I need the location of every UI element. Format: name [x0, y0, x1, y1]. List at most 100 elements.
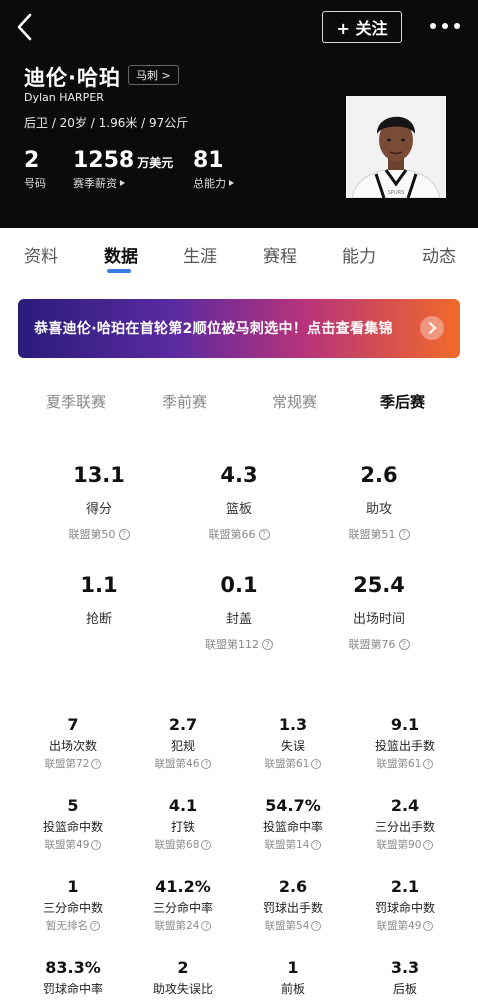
kpi-salary[interactable]: 1258 万美元 赛季薪资 [73, 148, 173, 191]
tab-ability[interactable]: 能力 [342, 242, 376, 267]
stat-blocks: 0.1 封盖 联盟第112? [174, 572, 304, 652]
kpi-number-label: 号码 [24, 177, 46, 190]
help-icon[interactable]: ? [311, 920, 322, 931]
small-stat-rank: 暂无排名? [18, 918, 128, 933]
back-icon[interactable] [14, 12, 38, 42]
help-icon[interactable]: ? [423, 839, 434, 850]
help-icon[interactable]: ? [90, 920, 100, 931]
small-stat-value: 1.3 [278, 715, 308, 734]
team-badge[interactable]: 马刺 > [128, 65, 179, 85]
small-stat-value: 2 [177, 958, 189, 977]
player-name: 迪伦·哈珀 [24, 66, 121, 90]
follow-button[interactable]: + 关注 [322, 11, 402, 43]
small-stat-rank: 联盟第49? [18, 837, 128, 852]
triangle-right-icon [229, 180, 234, 186]
season-tab-regular[interactable]: 常规赛 [272, 391, 317, 412]
tab-news[interactable]: 动态 [422, 242, 456, 267]
tab-stats[interactable]: 数据 [104, 242, 138, 267]
season-tab-playoffs[interactable]: 季后赛 [380, 391, 425, 412]
small-stat-item: 7 出场次数 联盟第72? [18, 715, 128, 771]
small-stat-value: 7 [67, 715, 79, 734]
small-stat-name: 犯规 [170, 739, 195, 753]
season-tab-summer[interactable]: 夏季联赛 [46, 391, 106, 412]
more-icon[interactable] [430, 20, 460, 32]
help-icon[interactable]: ? [398, 638, 410, 650]
small-stat-name: 前板 [280, 982, 305, 996]
small-stat-item: 5 投篮命中数 联盟第49? [18, 796, 128, 852]
small-stat-name: 助攻失误比 [152, 982, 213, 996]
help-icon[interactable]: ? [311, 839, 322, 850]
svg-text:SPURS: SPURS [388, 190, 405, 196]
banner-text: 恭喜迪伦·哈珀在首轮第2顺位被马刺选中！点击查看集锦 [34, 321, 393, 337]
player-meta: 后卫 / 20岁 / 1.96米 / 97公斤 [24, 116, 189, 130]
small-stat-item: 2.1 罚球命中数联盟第49? [350, 877, 460, 933]
small-stat-rank: 联盟第46? [128, 756, 238, 771]
help-icon[interactable]: ? [423, 758, 434, 769]
small-stat-name: 失误 [280, 739, 305, 753]
help-icon[interactable]: ? [258, 528, 270, 540]
small-stat-name: 三分命中数 [42, 901, 103, 915]
small-stat-item: 83.3% 罚球命中率 [18, 958, 128, 997]
small-stat-rank: 联盟第54? [238, 918, 348, 933]
small-stat-rank: 联盟第68? [128, 837, 238, 852]
small-stat-value: 54.7% [265, 796, 321, 815]
help-icon[interactable]: ? [201, 839, 212, 850]
small-stat-name: 出场次数 [48, 739, 97, 753]
small-stat-name: 罚球命中数 [374, 901, 435, 915]
small-stat-name: 罚球出手数 [262, 901, 323, 915]
help-icon[interactable]: ? [91, 758, 102, 769]
player-name-en: Dylan HARPER [24, 91, 104, 104]
kpi-number: 2 号码 [24, 148, 46, 190]
tab-profile[interactable]: 资料 [24, 242, 58, 267]
small-stat-item: 1 前板 [238, 958, 348, 997]
small-stat-item: 1 三分命中数暂无排名? [18, 877, 128, 933]
small-stat-item: 41.2% 三分命中率 联盟第24? [128, 877, 238, 933]
small-stat-item: 2.7 犯规联盟第46? [128, 715, 238, 771]
small-stat-item: 2 助攻失误比 [128, 958, 238, 997]
small-stat-value: 2.1 [390, 877, 420, 896]
small-stat-value: 2.4 [390, 796, 420, 815]
small-stat-name: 三分命中率 [152, 901, 213, 915]
stat-assists: 2.6 助攻 联盟第51? [314, 462, 444, 542]
season-tab-preseason[interactable]: 季前赛 [162, 391, 207, 412]
kpi-rating-label: 总能力 [193, 175, 234, 191]
help-icon[interactable]: ? [201, 758, 212, 769]
small-stat-value: 3.3 [390, 958, 420, 977]
small-stat-rank: 联盟第61? [350, 756, 460, 771]
tab-schedule[interactable]: 赛程 [263, 242, 297, 267]
small-stat-item: 2.4 三分出手数 联盟第90? [350, 796, 460, 852]
active-tab-indicator [107, 269, 131, 273]
kpi-rating[interactable]: 81 总能力 [193, 148, 234, 191]
help-icon[interactable]: ? [423, 920, 434, 931]
help-icon[interactable]: ? [311, 758, 322, 769]
chevron-right-icon [420, 316, 444, 340]
small-stat-name: 后板 [392, 982, 417, 996]
help-icon[interactable]: ? [262, 638, 273, 650]
draft-banner[interactable]: 恭喜迪伦·哈珀在首轮第2顺位被马刺选中！点击查看集锦 [18, 299, 460, 358]
stat-rebounds: 4.3 篮板 联盟第66? [174, 462, 304, 542]
player-avatar: SPURS [346, 96, 446, 198]
small-stat-name: 罚球命中率 [42, 982, 103, 996]
small-stat-name: 投篮命中数 [42, 820, 103, 834]
help-icon[interactable]: ? [91, 839, 102, 850]
small-stat-value: 1 [67, 877, 79, 896]
tab-career[interactable]: 生涯 [183, 242, 217, 267]
help-icon[interactable]: ? [398, 528, 410, 540]
small-stat-name: 投篮命中率 [262, 820, 323, 834]
small-stat-value: 2.7 [168, 715, 198, 734]
player-header: + 关注 迪伦·哈珀 马刺 > Dylan HARPER 后卫 / 20岁 / … [0, 0, 478, 228]
small-stat-value: 2.6 [278, 877, 308, 896]
small-stat-name: 三分出手数 [374, 820, 435, 834]
small-stat-rank: 联盟第14? [238, 837, 348, 852]
main-tabs: 资料 数据 生涯 赛程 能力 动态 [0, 228, 478, 278]
help-icon[interactable]: ? [201, 920, 212, 931]
small-stat-item: 4.1 打铁 联盟第68? [128, 796, 238, 852]
small-stat-rank: 联盟第24? [128, 918, 238, 933]
small-stat-item: 3.3 后板 [350, 958, 460, 997]
small-stat-rank: 联盟第49? [350, 918, 460, 933]
stat-steals: 1.1 抢断 [80, 573, 118, 627]
small-stat-item: 9.1 投篮出手数 联盟第61? [350, 715, 460, 771]
small-stat-item: 54.7% 投篮命中率联盟第14? [238, 796, 348, 852]
help-icon[interactable]: ? [118, 528, 130, 540]
small-stat-value: 83.3% [45, 958, 101, 977]
